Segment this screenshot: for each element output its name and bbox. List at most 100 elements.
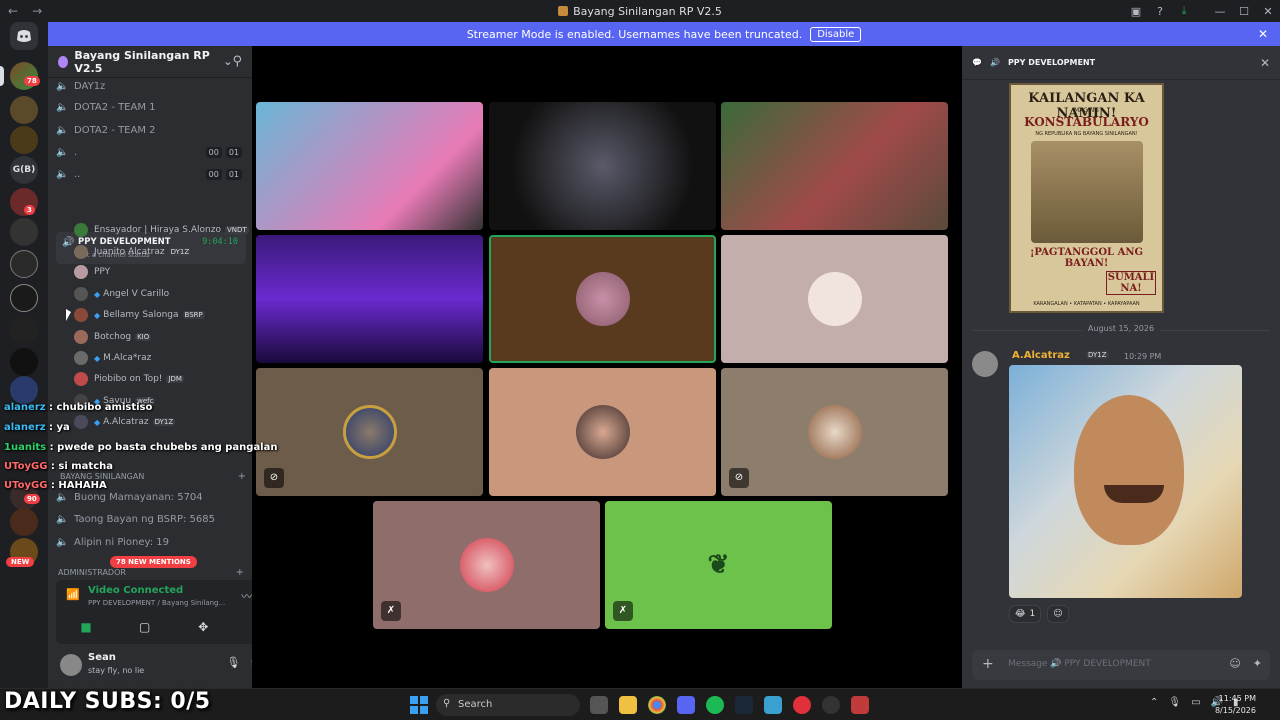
new-mentions-badge[interactable]: 78 NEW MENTIONS <box>110 556 197 568</box>
close-window-button[interactable]: ✕ <box>1256 5 1280 18</box>
video-tile[interactable] <box>256 235 483 363</box>
voice-channel[interactable]: 🔈 DOTA2 - TEAM 2 <box>56 120 156 140</box>
new-servers-badge[interactable]: NEW <box>6 557 35 567</box>
microphone-icon[interactable]: 🎙 <box>226 656 240 669</box>
voice-member[interactable]: ◆ M.Alca*raz <box>74 348 151 368</box>
notepad-icon[interactable] <box>764 696 782 714</box>
chevron-up-icon[interactable]: ⌃ <box>1150 697 1158 708</box>
discord-home-icon[interactable] <box>10 22 38 50</box>
server-icon-5[interactable] <box>10 218 38 246</box>
download-icon[interactable]: ⤓ <box>1172 4 1196 18</box>
voice-member[interactable]: ◆ Angel V Carillo <box>74 284 169 304</box>
discord-taskbar-icon[interactable] <box>677 696 695 714</box>
add-reaction-button[interactable]: ☺ <box>1047 605 1069 623</box>
task-view-icon[interactable] <box>590 696 608 714</box>
help-icon[interactable]: ? <box>1148 5 1172 18</box>
video-tile-speaking[interactable] <box>489 235 716 363</box>
invite-people-icon[interactable]: ⚲ <box>232 54 242 69</box>
attach-plus-icon[interactable]: + <box>982 656 994 672</box>
forward-arrow-icon[interactable]: → <box>32 4 42 18</box>
server-icon-2[interactable] <box>10 96 38 124</box>
video-tile[interactable]: ⊘ <box>721 368 948 496</box>
microphone-tray-icon[interactable]: 🎙 <box>1168 697 1181 708</box>
voice-member[interactable]: ◆ Bellamy Salonga BSRP <box>74 305 205 325</box>
attached-photo[interactable] <box>1009 365 1242 598</box>
server-icon-gb[interactable]: G(B) <box>10 156 38 184</box>
reaction-button[interactable]: 😂 1 <box>1009 605 1042 623</box>
video-tile[interactable]: ❦ ✗ <box>605 501 832 629</box>
disable-button[interactable]: Disable <box>810 26 862 42</box>
spotify-icon[interactable] <box>706 696 724 714</box>
close-chat-icon[interactable]: ✕ <box>1260 56 1270 70</box>
voice-channel[interactable]: 🔈. 00 01 <box>56 142 242 162</box>
back-arrow-icon[interactable]: ← <box>8 4 18 18</box>
user-avatar[interactable] <box>60 654 82 676</box>
composer-icons: ☺ ✦ <box>1229 657 1262 670</box>
message-author[interactable]: A.Alcatraz <box>1012 350 1070 361</box>
message-composer[interactable]: + Message 🔊 PPY DEVELOPMENT ☺ ✦ <box>972 650 1270 680</box>
server-icon-10[interactable] <box>10 376 38 404</box>
server-icon-9[interactable] <box>10 348 38 376</box>
diamond-icon: ◆ <box>94 289 101 299</box>
voice-channel[interactable]: 🔈.. 00 01 <box>56 164 242 184</box>
voice-member[interactable]: Juanito Alcatraz DY1Z <box>74 242 192 262</box>
noise-suppression-icon[interactable]: 〰 <box>241 588 252 604</box>
app-icon[interactable] <box>822 696 840 714</box>
plus-icon[interactable]: + <box>236 567 244 578</box>
plus-icon[interactable]: + <box>238 471 246 482</box>
taskbar-clock[interactable]: 11:45 PM 8/15/2026 <box>1215 693 1256 717</box>
windows-start-icon[interactable] <box>410 696 428 714</box>
video-tile[interactable] <box>489 368 716 496</box>
chat-line: alanerz : chubibo amistiso <box>4 402 153 413</box>
user-limit: 01 <box>225 146 242 158</box>
server-icon-6[interactable] <box>10 250 38 278</box>
video-tile[interactable]: ⊘ <box>256 368 483 496</box>
server-header[interactable]: Bayang Sinilangan RP V2.5 ⌄ ⚲ <box>48 46 252 78</box>
signal-icon: 📶 <box>66 588 80 601</box>
voice-channel[interactable]: 🔈 Taong Bayan ng BSRP: 5685 <box>56 509 215 529</box>
app-icon[interactable] <box>851 696 869 714</box>
voice-member[interactable]: Ensayador | Hiraya S.Alonzo VNDT <box>74 220 249 240</box>
file-explorer-icon[interactable] <box>619 696 637 714</box>
obs-icon[interactable] <box>793 696 811 714</box>
video-tile[interactable] <box>721 102 948 230</box>
date-divider: August 15, 2026 <box>972 324 1270 333</box>
server-icon-8[interactable] <box>10 316 38 344</box>
voice-buttons: ■ ▢ ✥ ♬ <box>66 617 252 637</box>
video-tile[interactable] <box>256 102 483 230</box>
display-icon[interactable]: ▭ <box>1191 697 1200 708</box>
attached-poster-image[interactable]: KAILANGAN KA NAMIN! MAGING KONSTABULARYO… <box>1009 83 1164 313</box>
taskbar-search[interactable]: ⚲ Search <box>436 694 580 716</box>
message-input[interactable]: Message 🔊 PPY DEVELOPMENT <box>1008 659 1151 669</box>
message-avatar[interactable] <box>972 351 998 377</box>
voice-channel[interactable]: 🔈 DOTA2 - TEAM 1 <box>56 97 156 117</box>
voice-member[interactable]: Piobibo on Top! JDM <box>74 369 184 389</box>
chrome-icon[interactable] <box>648 696 666 714</box>
search-icon: ⚲ <box>443 698 451 709</box>
voice-channel[interactable]: 🔈 Alipin ni Pioney: 19 <box>56 532 169 552</box>
video-tile[interactable]: ✗ <box>373 501 600 629</box>
inbox-icon[interactable]: ▣ <box>1124 5 1148 18</box>
apps-icon[interactable]: ✦ <box>1253 657 1262 670</box>
minimize-button[interactable]: — <box>1208 5 1232 18</box>
avatar <box>74 330 88 344</box>
voice-member[interactable]: ◆ A.Alcatraz DY1Z <box>74 412 176 432</box>
camera-button[interactable]: ■ <box>66 617 106 637</box>
avatar <box>74 287 88 301</box>
steam-icon[interactable] <box>735 696 753 714</box>
activities-button[interactable]: ✥ <box>183 617 223 637</box>
voice-member[interactable]: Botchog KIO <box>74 327 152 347</box>
maximize-button[interactable]: ☐ <box>1232 5 1256 18</box>
voice-member[interactable]: PPY <box>74 262 110 282</box>
emoji-picker-icon[interactable]: ☺ <box>1229 657 1240 670</box>
soundboard-button[interactable]: ♬ <box>242 617 252 637</box>
video-tile[interactable] <box>721 235 948 363</box>
voice-channel[interactable]: 🔈 DAY1z <box>56 76 105 96</box>
server-icon-7[interactable] <box>10 284 38 312</box>
video-tile[interactable] <box>489 102 716 230</box>
text-chat-panel: 💬 🔊 PPY DEVELOPMENT ✕ KAILANGAN KA NAMIN… <box>962 46 1280 688</box>
close-banner-icon[interactable]: ✕ <box>1258 27 1268 41</box>
server-icon-12[interactable] <box>10 508 38 536</box>
server-icon-3[interactable] <box>10 126 38 154</box>
screen-share-button[interactable]: ▢ <box>125 617 165 637</box>
